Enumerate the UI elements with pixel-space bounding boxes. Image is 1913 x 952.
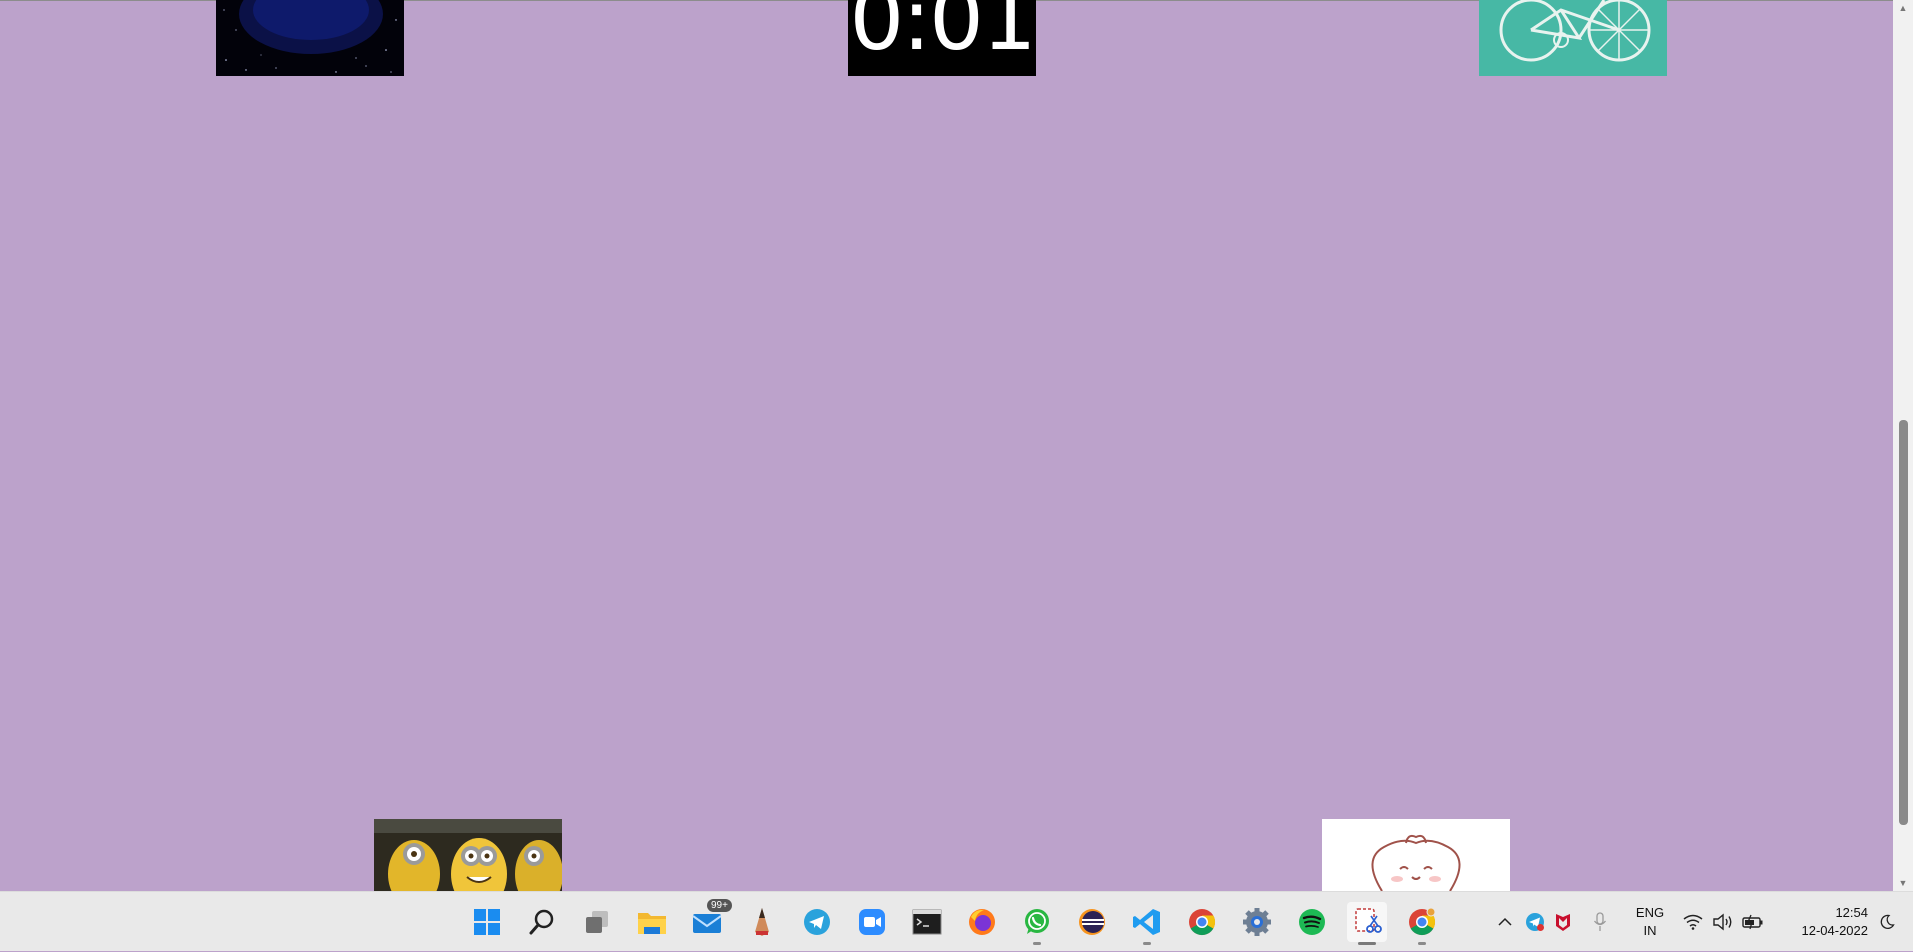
zoom-button[interactable] [852, 902, 892, 942]
language-region: IN [1643, 923, 1657, 938]
notifications-button[interactable] [1872, 892, 1902, 952]
clock-date: 12-04-2022 [1801, 923, 1869, 938]
language-code: ENG [1635, 905, 1665, 920]
chevron-up-icon [1498, 917, 1512, 926]
firefox-icon [969, 909, 995, 935]
space-earth-thumbnail[interactable] [216, 0, 404, 76]
video-camera-icon [859, 909, 885, 935]
pencil-icon [755, 908, 769, 936]
tray-antivirus[interactable] [1550, 892, 1576, 952]
search-button[interactable] [522, 902, 562, 942]
wifi-icon [1683, 914, 1703, 930]
input-language-indicator[interactable]: ENG IN [1630, 904, 1670, 940]
telegram-icon [804, 909, 830, 935]
vertical-scrollbar[interactable]: ▲ ▼ [1893, 0, 1913, 891]
show-hidden-icons-button[interactable] [1492, 892, 1518, 952]
snipping-tool-button[interactable] [1347, 902, 1387, 945]
system-clock[interactable]: 12:54 12-04-2022 [1778, 904, 1869, 940]
scroll-up-arrow-icon[interactable]: ▲ [1893, 0, 1913, 16]
spotify-icon [1299, 909, 1325, 935]
task-view-icon [586, 911, 608, 933]
tray-telegram[interactable] [1522, 892, 1548, 952]
terminal-button[interactable] [907, 902, 947, 942]
bunny-thumbnail[interactable] [1322, 819, 1510, 891]
windows-logo-icon [474, 909, 500, 935]
tray-wifi[interactable] [1681, 892, 1705, 952]
microphone-icon [1593, 912, 1607, 931]
eclipse-button[interactable] [1072, 902, 1112, 942]
mail-button[interactable]: 99+ [687, 899, 732, 942]
spotify-button[interactable] [1292, 902, 1332, 942]
chrome-button[interactable] [1182, 902, 1222, 942]
terminal-icon [912, 909, 942, 935]
tray-volume[interactable] [1711, 892, 1735, 952]
eclipse-icon [1079, 909, 1105, 935]
tray-microphone[interactable] [1587, 892, 1613, 952]
start-button[interactable] [467, 902, 507, 942]
chrome-icon [1409, 907, 1436, 936]
minions-thumbnail[interactable] [374, 819, 562, 891]
scroll-down-arrow-icon[interactable]: ▼ [1893, 875, 1913, 891]
vscode-icon [1133, 909, 1160, 935]
speaker-icon [1713, 913, 1732, 931]
scrollbar-thumb[interactable] [1899, 420, 1908, 825]
chrome-running-indicator [1418, 942, 1426, 945]
whatsapp-icon [1025, 909, 1049, 934]
bicycle-thumbnail[interactable] [1479, 0, 1667, 76]
moon-icon [1880, 914, 1895, 929]
tray-battery[interactable] [1741, 892, 1765, 952]
battery-charging-icon [1742, 914, 1763, 930]
countdown-timer-thumbnail[interactable]: 0:01 [848, 0, 1036, 76]
telegram-button[interactable] [797, 902, 837, 942]
whatsapp-running-indicator [1033, 942, 1041, 945]
search-icon [529, 909, 554, 935]
mail-icon [692, 914, 722, 933]
timer-digits: 0:01 [849, 0, 1036, 70]
whatsapp-button[interactable] [1017, 902, 1057, 945]
mail-unread-badge: 99+ [707, 899, 732, 912]
settings-button[interactable] [1237, 902, 1277, 942]
vscode-running-indicator [1143, 942, 1151, 945]
task-view-button[interactable] [577, 902, 617, 942]
chrome-icon [1189, 909, 1216, 936]
gear-icon [1243, 908, 1271, 936]
clock-time: 12:54 [1835, 905, 1868, 920]
page-viewport: 0:01 [0, 0, 1893, 891]
chrome-profile-button[interactable] [1402, 902, 1442, 945]
vscode-button[interactable] [1127, 902, 1167, 945]
shield-icon [1556, 914, 1570, 931]
file-explorer-button[interactable] [632, 902, 672, 942]
telegram-icon [1526, 913, 1544, 931]
snipping-tool-active-indicator [1358, 942, 1376, 945]
firefox-button[interactable] [962, 902, 1002, 942]
taskbar: 99+ ENG IN 12:54 12-04-2022 [0, 891, 1913, 951]
snipping-tool-icon [1355, 908, 1382, 933]
folder-icon [638, 913, 666, 934]
pencil-app-button[interactable] [742, 902, 782, 942]
